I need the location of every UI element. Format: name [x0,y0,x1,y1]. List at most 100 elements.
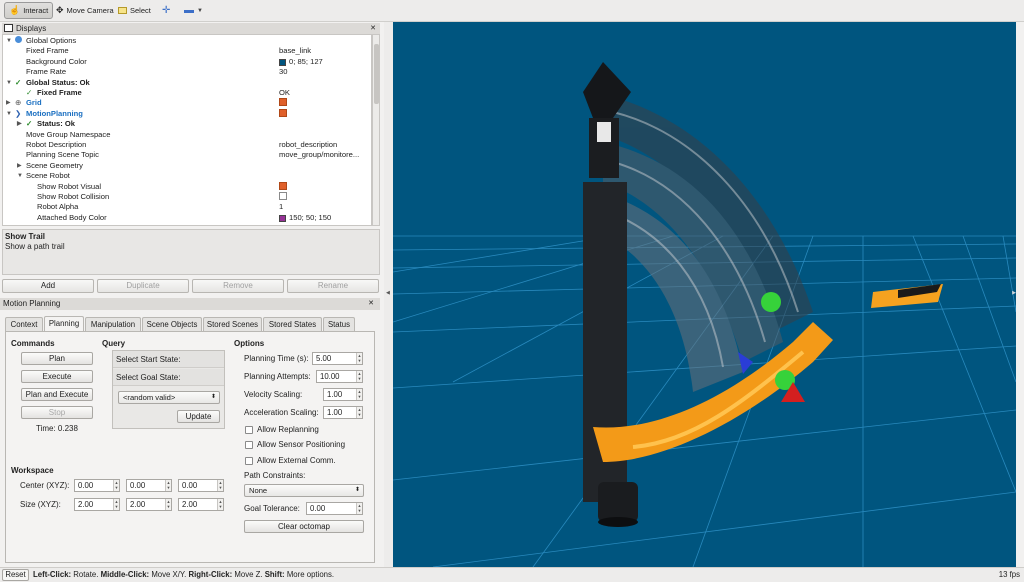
tree-row-planning-scene-topic[interactable]: Planning Scene Topic move_group/monitore… [3,150,371,160]
scrollbar-thumb[interactable] [374,44,379,104]
tree-row-scene-robot[interactable]: ▼ Scene Robot [3,171,371,181]
expand-right-icon[interactable]: ▶ [1012,290,1016,296]
size-y-spinbox[interactable]: 2.00 ▲ ▼ [126,498,172,511]
spin-arrows-icon[interactable]: ▲ ▼ [356,407,362,418]
panel-splitter[interactable]: ◀ [384,22,393,567]
tree-value[interactable]: 0; 85; 127 [279,57,323,67]
tree-row-status[interactable]: ▶ ✓ Status: Ok [3,119,371,129]
motion-planning-title: Motion Planning [3,299,61,308]
show-robot-visual-checkbox[interactable] [279,181,287,190]
spin-arrows-icon[interactable]: ▲ ▼ [356,371,362,382]
allow-replanning-checkbox[interactable] [245,426,253,434]
spin-arrows-icon[interactable]: ▲ ▼ [113,480,119,491]
focus-camera-button[interactable]: ✛ [158,2,174,19]
tab-scene-objects[interactable]: Scene Objects [142,317,202,331]
duplicate-display-button[interactable]: Duplicate [97,279,189,293]
close-icon[interactable]: ✕ [370,23,376,34]
plan-and-execute-button[interactable]: Plan and Execute [21,388,93,401]
tree-row-background-color[interactable]: Background Color 0; 85; 127 [3,56,371,67]
tree-value[interactable]: move_group/monitore... [279,150,359,160]
commands-heading: Commands [11,339,55,348]
spin-arrows-icon[interactable]: ▲ ▼ [165,499,171,510]
collapse-left-icon[interactable]: ◀ [386,290,390,296]
fps-counter: 13 fps [998,570,1020,579]
spin-arrows-icon[interactable]: ▲ ▼ [356,503,362,514]
center-x-spinbox[interactable]: 0.00 ▲ ▼ [74,479,120,492]
execute-button[interactable]: Execute [21,370,93,383]
goal-tolerance-spinbox[interactable]: 0.00 ▲ ▼ [306,502,363,515]
reset-button[interactable]: Reset [2,569,29,581]
tree-row-show-robot-visual[interactable]: Show Robot Visual [3,181,371,192]
tree-row-show-robot-collision[interactable]: Show Robot Collision [3,192,371,202]
tree-row-motion-planning[interactable]: ▼ ❯ MotionPlanning [3,108,371,119]
tree-value[interactable]: 30 [279,67,287,77]
tree-value[interactable]: 1 [279,202,283,212]
updown-arrows-icon: ⬍ [354,487,360,493]
tab-stored-states[interactable]: Stored States [263,317,322,331]
add-tool-dropdown[interactable]: ▬ ▼ [180,2,207,19]
spin-arrows-icon[interactable]: ▲ ▼ [217,480,223,491]
displays-scrollbar[interactable] [372,34,380,226]
planning-time-spinbox[interactable]: 5.00 ▲ ▼ [312,352,363,365]
motion-planning-enabled-checkbox[interactable] [279,108,287,117]
tree-row-global-status[interactable]: ▼ ✓ Global Status: Ok [3,78,371,88]
center-z-spinbox[interactable]: 0.00 ▲ ▼ [178,479,224,492]
tree-row-robot-description[interactable]: Robot Description robot_description [3,140,371,150]
tab-status[interactable]: Status [323,317,355,331]
rviz-3d-viewport[interactable]: ▶ [393,22,1016,567]
select-box-icon [118,7,127,14]
tree-row-global-options[interactable]: ▼ Global Options [3,36,371,46]
mouse-help-text: Left-Click: Rotate. Middle-Click: Move X… [33,568,334,582]
update-button[interactable]: Update [177,410,220,423]
tab-planning[interactable]: Planning [44,316,84,331]
tree-label: Background Color [26,56,87,66]
tree-row-fixed-frame[interactable]: Fixed Frame base_link [3,46,371,56]
tree-value[interactable]: 150; 50; 150 [279,213,331,223]
show-robot-collision-checkbox[interactable] [279,192,287,200]
move-camera-tool-button[interactable]: ✥ Move Camera [52,2,118,19]
tree-row-scene-geometry[interactable]: ▶ Scene Geometry [3,161,371,171]
plan-button[interactable]: Plan [21,352,93,365]
tree-row-move-group-namespace[interactable]: Move Group Namespace [3,130,371,140]
spin-arrows-icon[interactable]: ▲ ▼ [217,499,223,510]
close-icon[interactable]: ✕ [368,298,374,310]
size-x-spinbox[interactable]: 2.00 ▲ ▼ [74,498,120,511]
path-constraints-select[interactable]: None ⬍ [244,484,364,497]
allow-external-comm-checkbox[interactable] [245,457,253,465]
allow-sensor-positioning-checkbox[interactable] [245,441,253,449]
select-tool-button[interactable]: Select [114,2,155,19]
tree-value[interactable]: base_link [279,46,311,56]
interact-label: Interact [23,6,49,15]
allow-sensor-positioning-label: Allow Sensor Positioning [257,440,346,449]
spin-arrows-icon[interactable]: ▲ ▼ [356,389,362,400]
velocity-scaling-spinbox[interactable]: 1.00 ▲ ▼ [323,388,363,401]
stop-button[interactable]: Stop [21,406,93,419]
acceleration-scaling-spinbox[interactable]: 1.00 ▲ ▼ [323,406,363,419]
spin-arrows-icon[interactable]: ▲ ▼ [113,499,119,510]
tree-row-frame-rate[interactable]: Frame Rate 30 [3,67,371,77]
planning-attempts-spinbox[interactable]: 10.00 ▲ ▼ [316,370,363,383]
tree-row-attached-body-color[interactable]: Attached Body Color 150; 50; 150 [3,213,371,223]
tab-manipulation[interactable]: Manipulation [85,317,141,331]
tree-value[interactable]: robot_description [279,140,337,150]
goal-state-select[interactable]: <random valid> ⬍ [118,391,220,404]
tab-stored-scenes[interactable]: Stored Scenes [203,317,262,331]
clear-octomap-button[interactable]: Clear octomap [244,520,364,533]
tree-row-robot-alpha[interactable]: Robot Alpha 1 [3,202,371,212]
spin-arrows-icon[interactable]: ▲ ▼ [356,353,362,364]
grid-enabled-checkbox[interactable] [279,98,287,107]
path-constraints-value: None [249,486,268,495]
rename-display-button[interactable]: Rename [287,279,379,293]
tree-label: Robot Alpha [37,202,79,212]
displays-tree[interactable]: ▼ Global Options Fixed Frame base_link B… [2,34,372,226]
size-z-spinbox[interactable]: 2.00 ▲ ▼ [178,498,224,511]
center-y-spinbox[interactable]: 0.00 ▲ ▼ [126,479,172,492]
interact-tool-button[interactable]: ☝ Interact [4,2,54,19]
remove-display-button[interactable]: Remove [192,279,284,293]
spin-arrows-icon[interactable]: ▲ ▼ [165,480,171,491]
add-display-button[interactable]: Add [2,279,94,293]
tree-row-grid[interactable]: ▶ ⊕ Grid [3,98,371,108]
expand-right-icon: ▶ [17,121,22,128]
tree-row-fixed-frame-status[interactable]: ✓ Fixed Frame OK [3,88,371,98]
tab-context[interactable]: Context [5,317,43,331]
